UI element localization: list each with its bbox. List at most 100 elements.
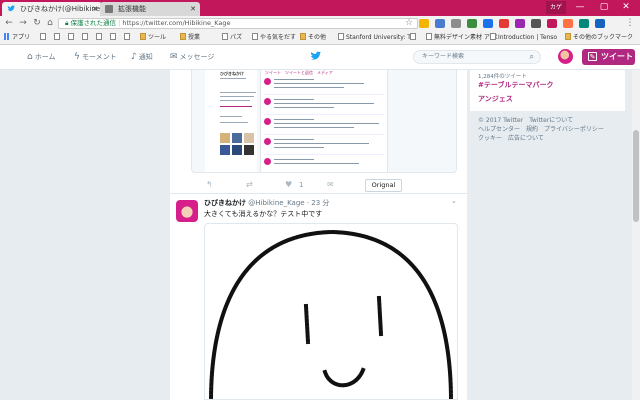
extension-icon[interactable] <box>419 19 429 28</box>
page-icon <box>68 33 74 40</box>
extension-icon[interactable] <box>515 19 525 28</box>
page-icon <box>96 33 102 40</box>
original-button[interactable]: Orignal <box>365 179 402 192</box>
reload-icon[interactable]: ↻ <box>31 17 43 29</box>
text-line <box>220 78 246 79</box>
extension-icon[interactable] <box>467 19 477 28</box>
url-text: https://twitter.com/Hibikine_Kage <box>122 19 231 27</box>
retweet-icon[interactable]: ⇄ <box>246 180 253 189</box>
nav-messages[interactable]: ✉ メッセージ <box>170 52 214 62</box>
tab-label: ひびきねかけ(@Hibikine_K <box>20 5 102 13</box>
apps-icon <box>4 33 10 40</box>
address-bar[interactable]: 🔒︎ 保護された通信 | https://twitter.com/Hibikin… <box>58 18 418 29</box>
envelope-icon[interactable]: ✉ <box>327 180 334 189</box>
nav-label: モーメント <box>81 53 117 61</box>
search-placeholder: キーワード検索 <box>422 53 465 60</box>
nav-moments[interactable]: ϟ モーメント <box>74 52 117 62</box>
tweet-image-screenshot[interactable]: ひびきねかけ ツイート ツイートと返信 メディア <box>191 70 457 173</box>
scrollbar[interactable] <box>632 70 640 400</box>
bookmark-item[interactable] <box>82 33 90 43</box>
home-icon[interactable]: ⌂ <box>44 17 56 29</box>
twitter-bird-icon[interactable] <box>310 51 322 61</box>
bookmark-item[interactable] <box>410 33 418 43</box>
extension-icon[interactable] <box>579 19 589 28</box>
text-line <box>220 96 254 97</box>
tweet-author-name[interactable]: ひびきねかけ <box>204 199 246 207</box>
secure-label: 保護された通信 <box>70 19 117 27</box>
bookmark-item[interactable]: 授業 <box>180 33 200 43</box>
text-line <box>220 100 250 101</box>
page-icon <box>252 33 258 40</box>
bookmark-star-icon[interactable]: ☆ <box>405 18 413 28</box>
media-thumbnail <box>220 133 230 143</box>
extension-icon[interactable] <box>595 19 605 28</box>
nav-notifications[interactable]: ♪ 通知 <box>131 52 153 62</box>
avatar[interactable] <box>176 200 198 222</box>
twitter-bird-icon <box>7 5 15 12</box>
bookmark-item[interactable] <box>54 33 62 43</box>
heart-icon[interactable]: ♥ <box>285 180 292 189</box>
media-thumbnail <box>220 145 230 155</box>
close-tab-icon[interactable]: ✕ <box>190 2 196 16</box>
extension-icon[interactable] <box>499 19 509 28</box>
embedded-tweet <box>264 116 384 135</box>
browser-tab-strip: ひびきねかけ(@Hibikine_K ✕ 拡張機能 ✕ カゲ — ▢ ✕ <box>0 0 640 16</box>
folder-icon <box>140 33 146 40</box>
extension-icon[interactable] <box>563 19 573 28</box>
tab-label: 拡張機能 <box>118 5 146 13</box>
tweet-text: 大きくても消えるかな？テスト中です <box>204 210 323 218</box>
bookmark-item[interactable] <box>124 33 132 43</box>
bookmark-item[interactable]: パズ <box>222 33 242 43</box>
bookmark-item[interactable] <box>68 33 76 43</box>
page-icon <box>54 33 60 40</box>
trend-item[interactable]: #テーブルテーマパーク <box>478 80 553 90</box>
tab-twitter[interactable]: ひびきねかけ(@Hibikine_K ✕ <box>2 2 102 16</box>
separator: · <box>306 199 310 207</box>
tweet-image[interactable] <box>204 223 458 400</box>
close-tab-icon[interactable]: ✕ <box>92 2 98 16</box>
minimize-button[interactable]: — <box>570 1 590 14</box>
extension-icon[interactable] <box>435 19 445 28</box>
bookmark-item[interactable]: やる気をだす <box>252 33 296 43</box>
bookmark-item[interactable] <box>96 33 104 43</box>
extension-icon[interactable] <box>547 19 557 28</box>
reply-icon[interactable]: ↰ <box>206 180 213 189</box>
extension-icon[interactable] <box>451 19 461 28</box>
bookmark-item[interactable]: その他 <box>300 33 326 43</box>
bookmark-item[interactable]: 無料デザイン素材 ア-ス <box>426 33 498 43</box>
close-window-button[interactable]: ✕ <box>616 1 636 14</box>
page-icon <box>338 33 344 40</box>
bookmark-item[interactable]: Introduction | Tenso <box>490 33 557 43</box>
back-arrow-icon[interactable]: ← <box>3 17 15 29</box>
text-line <box>220 122 248 123</box>
avatar[interactable] <box>558 49 573 64</box>
profile-chip[interactable]: カゲ <box>546 1 567 14</box>
scrollbar-thumb[interactable] <box>633 130 639 222</box>
extension-icon[interactable] <box>531 19 541 28</box>
bookmark-label: Stanford University: Tr <box>346 34 413 41</box>
nav-home[interactable]: ⌂ ホーム <box>27 52 56 62</box>
menu-dots-icon[interactable]: ⋮ <box>624 17 636 29</box>
bookmark-item[interactable] <box>40 33 48 43</box>
forward-arrow-icon[interactable]: → <box>17 17 29 29</box>
bookmark-item[interactable] <box>110 33 118 43</box>
search-icon[interactable]: ⌕ <box>530 51 534 63</box>
page-icon <box>110 33 116 40</box>
tweet-button[interactable]: ✎ ツイート <box>582 49 635 65</box>
footer-links[interactable]: © 2017 Twitter Twitterについて ヘルプセンター 規約 プラ… <box>478 116 628 143</box>
chevron-down-icon[interactable]: ⌄ <box>451 197 457 205</box>
extension-icon[interactable] <box>483 19 493 28</box>
tweet-timestamp[interactable]: 23 分 <box>311 199 329 207</box>
bookmark-item[interactable]: Stanford University: Tr <box>338 33 413 43</box>
page-icon <box>124 33 130 40</box>
tweet-author-handle[interactable]: @Hibikine_Kage <box>248 199 304 207</box>
trend-item[interactable]: アンジェス <box>478 94 513 104</box>
envelope-icon: ✉ <box>170 52 178 62</box>
bookmark-item[interactable]: アプリ <box>4 33 30 43</box>
maximize-button[interactable]: ▢ <box>594 1 614 14</box>
bookmark-item[interactable]: その他のブックマーク <box>565 33 633 43</box>
search-input[interactable]: キーワード検索 ⌕ <box>413 50 541 64</box>
page-icon <box>410 33 416 40</box>
bookmark-item[interactable]: ツール <box>140 33 166 43</box>
tab-extensions[interactable]: 拡張機能 ✕ <box>100 2 200 16</box>
